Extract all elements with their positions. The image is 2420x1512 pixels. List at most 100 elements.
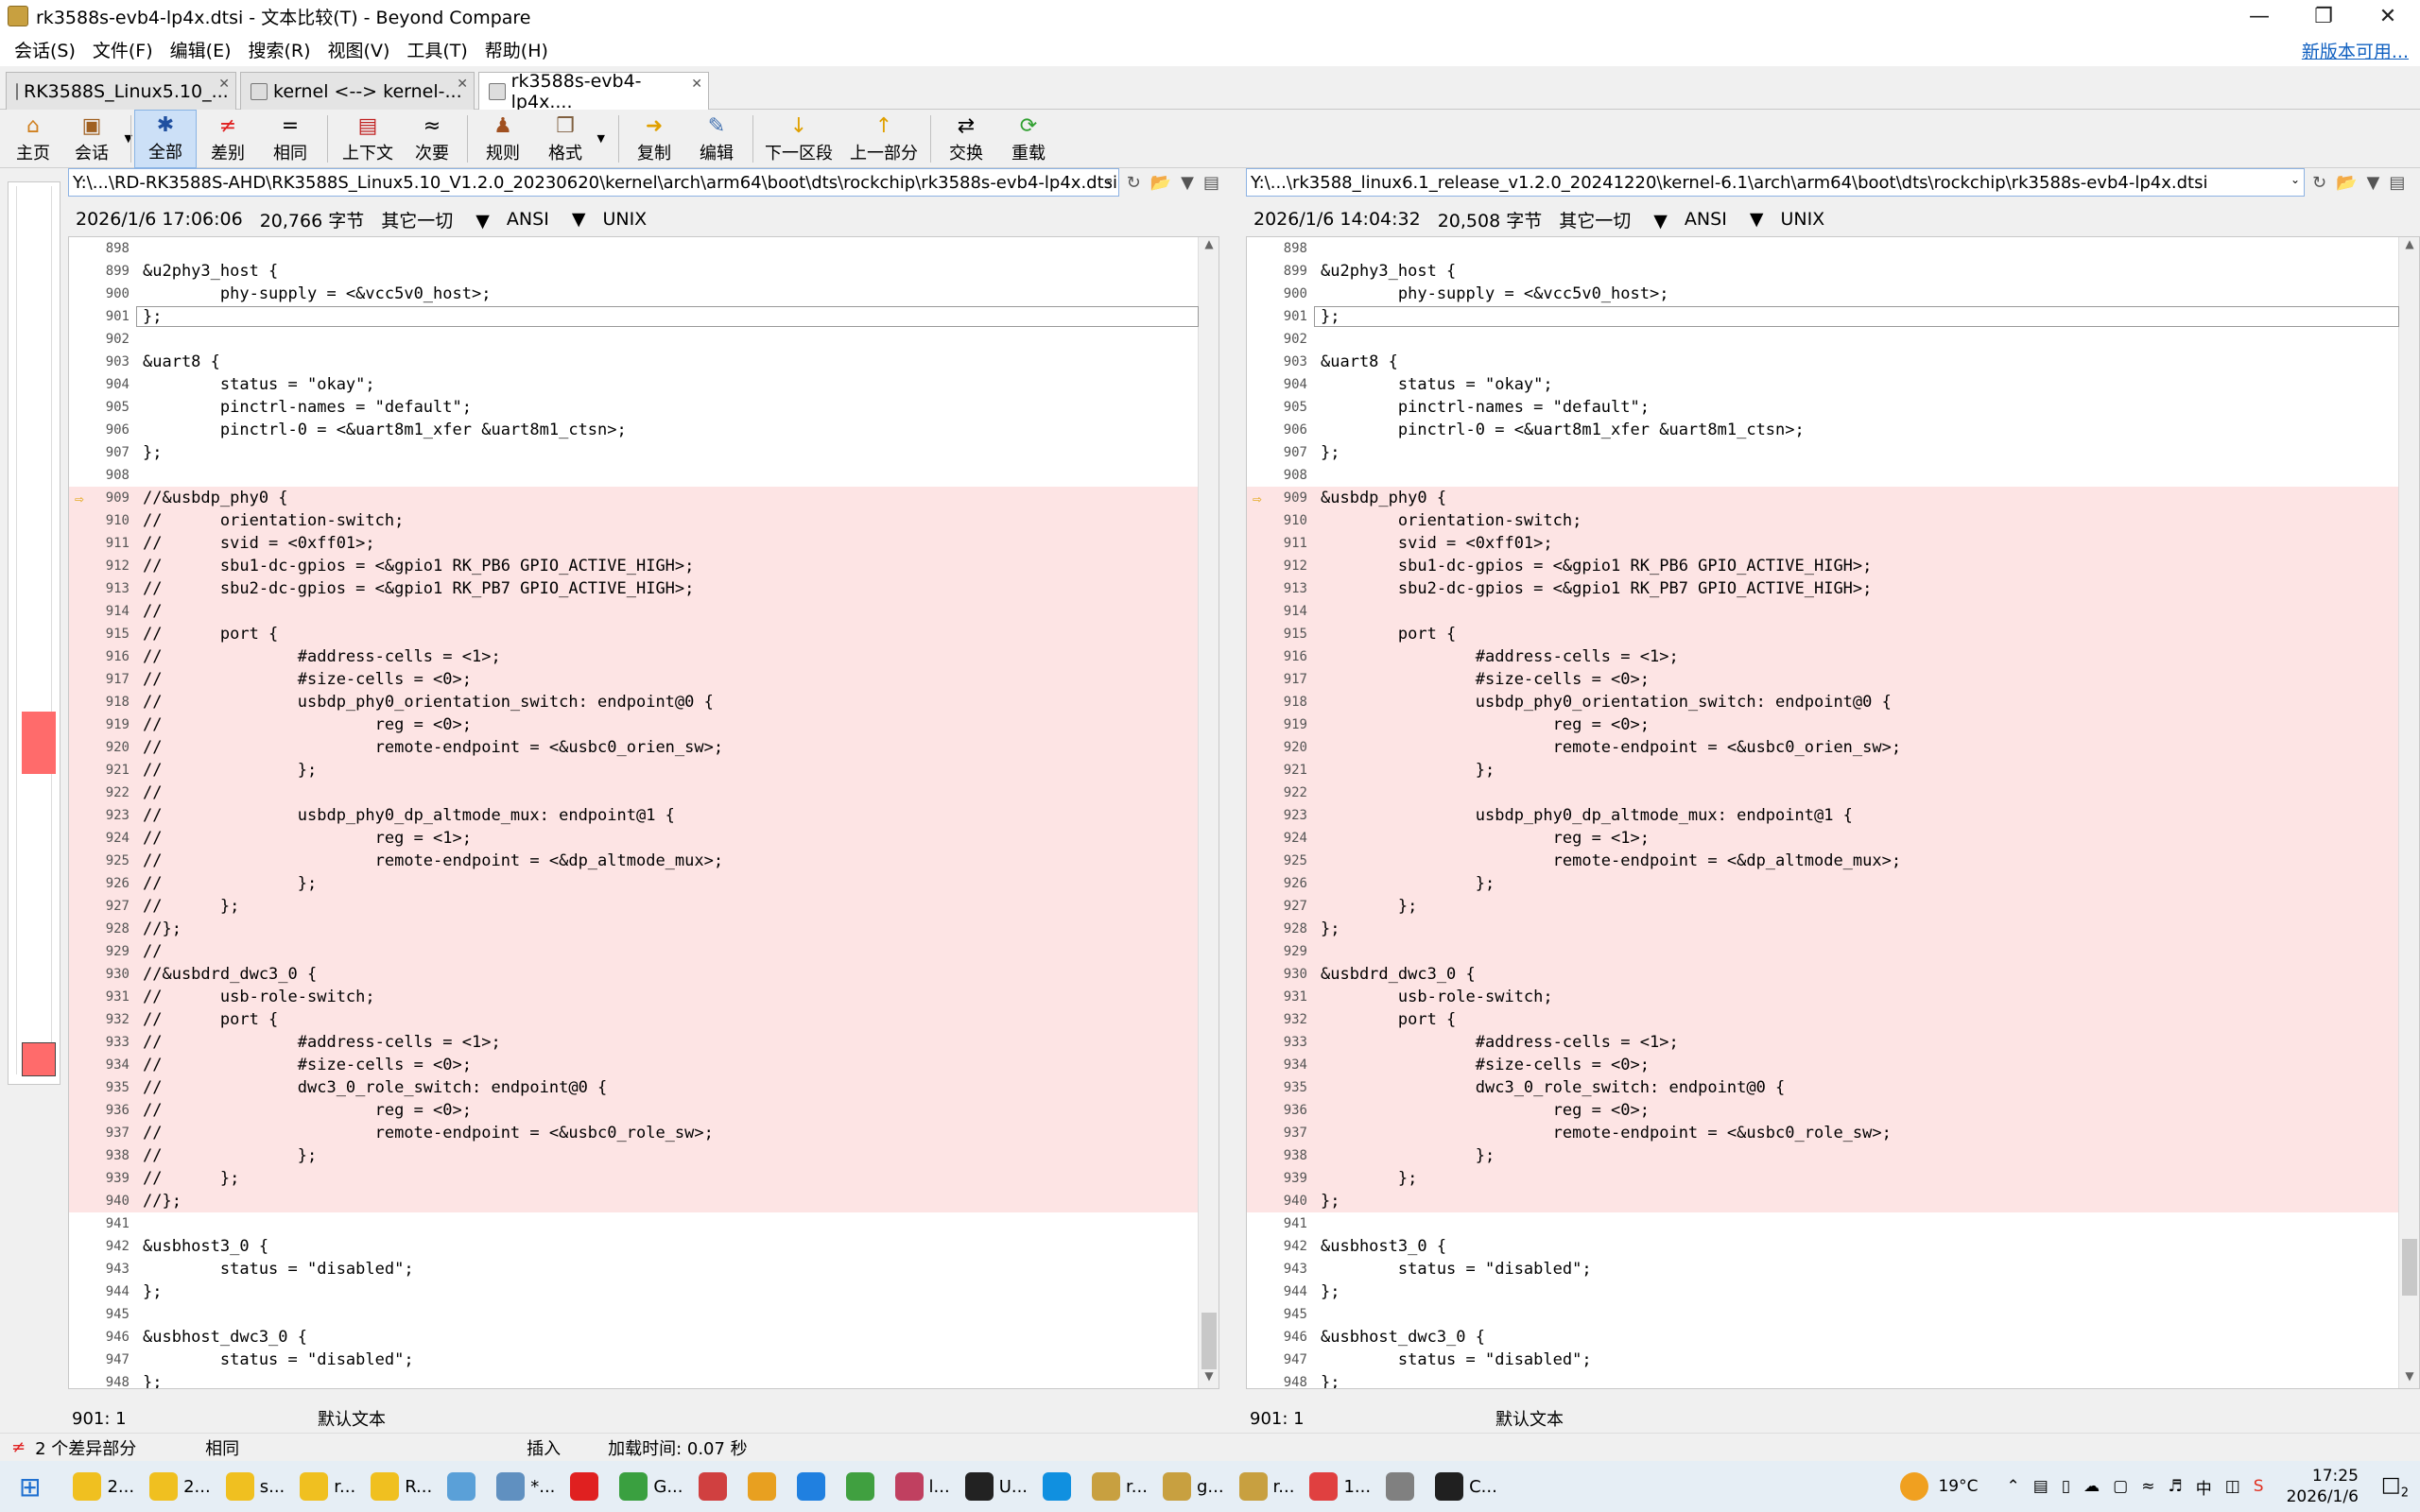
taskbar-app[interactable]: r... — [1086, 1464, 1153, 1509]
restore-button[interactable]: ❐ — [2291, 0, 2356, 32]
code-line[interactable]: 924 reg = <1>; — [1247, 827, 2398, 850]
menu-view[interactable]: 视图(V) — [320, 37, 399, 62]
code-line[interactable]: 945 — [1247, 1303, 2398, 1326]
close-icon[interactable]: ✕ — [457, 77, 468, 92]
code-line[interactable]: 910 // orientation-switch; — [69, 509, 1198, 532]
code-line[interactable]: 932 port { — [1247, 1008, 2398, 1031]
taskbar-app[interactable]: 2... — [144, 1464, 216, 1509]
code-line[interactable]: 946 &usbhost_dwc3_0 { — [1247, 1326, 2398, 1349]
code-line[interactable]: 899 &u2phy3_host { — [1247, 260, 2398, 283]
code-line[interactable]: 929 — [1247, 940, 2398, 963]
code-line[interactable]: 919 reg = <0>; — [1247, 713, 2398, 736]
code-line[interactable]: 900 phy-supply = <&vcc5v0_host>; — [69, 283, 1198, 305]
open-folder-icon[interactable]: 📂 — [2336, 173, 2357, 193]
scroll-thumb[interactable] — [2402, 1239, 2417, 1296]
copy-button[interactable]: ➜ 复制 — [628, 110, 681, 168]
taskbar-app[interactable]: 2... — [67, 1464, 140, 1509]
code-line[interactable]: 905 pinctrl-names = "default"; — [1247, 396, 2398, 419]
code-line[interactable]: 923 usbdp_phy0_dp_altmode_mux: endpoint@… — [1247, 804, 2398, 827]
scroll-down-icon[interactable]: ▼ — [2399, 1369, 2419, 1388]
input-method-icon[interactable]: 中 — [2196, 1475, 2212, 1499]
left-code-editor[interactable]: ▲ ▼ 898 899 &u2phy3_host {900 phy-supply =… — [68, 236, 1219, 1389]
menu-file[interactable]: 文件(F) — [84, 37, 162, 62]
code-line[interactable]: 920 remote-endpoint = <&usbc0_orien_sw>; — [1247, 736, 2398, 759]
right-encoding-dropdown[interactable]: ANSI ▼ — [1685, 209, 1764, 230]
code-line[interactable]: 908 — [69, 464, 1198, 487]
taskbar-app[interactable] — [1037, 1464, 1082, 1509]
taskbar-app[interactable] — [1380, 1464, 1426, 1509]
edit-button[interactable]: ✎ 编辑 — [690, 110, 743, 168]
code-line[interactable]: 931 usb-role-switch; — [1247, 986, 2398, 1008]
code-line[interactable]: 918 // usbdp_phy0_orientation_switch: end… — [69, 691, 1198, 713]
code-line[interactable]: 922 — [1247, 782, 2398, 804]
right-vertical-scrollbar[interactable]: ▲ ▼ — [2398, 237, 2419, 1388]
code-line[interactable]: 899 &u2phy3_host { — [69, 260, 1198, 283]
code-line[interactable]: 933 // #address-cells = <1>; — [69, 1031, 1198, 1054]
chevron-down-icon[interactable]: ⌄ — [2290, 173, 2300, 186]
diff-marker[interactable] — [22, 712, 56, 774]
scroll-down-icon[interactable]: ▼ — [1199, 1369, 1219, 1388]
clock[interactable]: 17:25 2026/1/6 — [2287, 1466, 2359, 1507]
format-button[interactable]: ❒ 格式 ▼ — [539, 110, 605, 168]
code-line[interactable]: 947 status = "disabled"; — [1247, 1349, 2398, 1371]
code-line[interactable]: 936 reg = <0>; — [1247, 1099, 2398, 1122]
code-line[interactable]: 926 // }; — [69, 872, 1198, 895]
left-vertical-scrollbar[interactable]: ▲ ▼ — [1198, 237, 1219, 1388]
code-line[interactable]: 925 remote-endpoint = <&dp_altmode_mux>; — [1247, 850, 2398, 872]
code-line[interactable]: 913 // sbu2-dc-gpios = <&gpio1 RK_PB7 GPI… — [69, 577, 1198, 600]
menu-search[interactable]: 搜索(R) — [240, 37, 320, 62]
code-line[interactable]: 934 #size-cells = <0>; — [1247, 1054, 2398, 1076]
code-line[interactable]: 933 #address-cells = <1>; — [1247, 1031, 2398, 1054]
code-line[interactable]: 930 //&usbdrd_dwc3_0 { — [69, 963, 1198, 986]
lang-icon[interactable]: ◫ — [2225, 1477, 2240, 1496]
taskbar-app[interactable]: s... — [220, 1464, 291, 1509]
code-line[interactable]: 937 // remote-endpoint = <&usbc0_role_sw>… — [69, 1122, 1198, 1144]
open-folder-icon[interactable]: 📂 — [1150, 173, 1171, 193]
show-all-button[interactable]: ✱ 全部 — [134, 110, 197, 168]
code-line[interactable]: 945 — [69, 1303, 1198, 1326]
taskbar-app[interactable]: *... — [491, 1464, 561, 1509]
code-line[interactable]: 918 usbdp_phy0_orientation_switch: endpo… — [1247, 691, 2398, 713]
scroll-thumb[interactable] — [1201, 1313, 1217, 1369]
volume-icon[interactable]: ♬ — [2168, 1477, 2182, 1496]
code-line[interactable]: 912 // sbu1-dc-gpios = <&gpio1 RK_PB6 GPI… — [69, 555, 1198, 577]
cloud-icon[interactable]: ☁ — [2083, 1477, 2100, 1496]
taskbar-app[interactable]: r... — [294, 1464, 361, 1509]
minimize-button[interactable]: — — [2227, 0, 2291, 32]
close-button[interactable]: ✕ — [2356, 0, 2420, 32]
taskbar-app[interactable] — [564, 1464, 610, 1509]
overview-track[interactable] — [16, 186, 52, 1074]
code-line[interactable]: 915 port { — [1247, 623, 2398, 645]
code-line[interactable]: 921 }; — [1247, 759, 2398, 782]
code-line[interactable]: 921 // }; — [69, 759, 1198, 782]
code-line[interactable]: 941 — [1247, 1212, 2398, 1235]
code-line[interactable]: 906 pinctrl-0 = <&uart8m1_xfer &uart8m1_… — [1247, 419, 2398, 441]
code-line[interactable]: 907}; — [1247, 441, 2398, 464]
code-line[interactable]: 937 remote-endpoint = <&usbc0_role_sw>; — [1247, 1122, 2398, 1144]
right-code-editor[interactable]: ▲ ▼ 898 899 &u2phy3_host {900 phy-supply =… — [1246, 236, 2420, 1389]
wifi-icon[interactable]: ≈ — [2141, 1477, 2154, 1496]
notifications-icon[interactable]: □2 — [2381, 1473, 2409, 1500]
code-line[interactable]: 907}; — [69, 441, 1198, 464]
code-line[interactable]: 926 }; — [1247, 872, 2398, 895]
weather-temp[interactable]: 19°C — [1938, 1477, 1978, 1496]
swap-button[interactable]: ⇄ 交换 — [940, 110, 993, 168]
next-section-button[interactable]: ↓ 下一区段 — [762, 110, 836, 168]
tab-folder-compare[interactable]: RK3588S_Linux5.10_... ✕ — [6, 72, 236, 110]
code-line[interactable]: 901}; — [69, 305, 1199, 328]
menu-tools[interactable]: 工具(T) — [398, 37, 475, 62]
code-line[interactable]: 923 // usbdp_phy0_dp_altmode_mux: endpoin… — [69, 804, 1198, 827]
code-line[interactable]: 900 phy-supply = <&vcc5v0_host>; — [1247, 283, 2398, 305]
start-button[interactable]: ⊞ — [13, 1464, 46, 1509]
code-line[interactable]: 943 status = "disabled"; — [69, 1258, 1198, 1280]
code-line[interactable]: 910 orientation-switch; — [1247, 509, 2398, 532]
code-line[interactable]: 898 — [1247, 237, 2398, 260]
code-line[interactable]: 904 status = "okay"; — [69, 373, 1198, 396]
menu-edit[interactable]: 编辑(E) — [162, 37, 240, 62]
code-line[interactable]: 940 //}; — [69, 1190, 1198, 1212]
code-line[interactable]: 911 // svid = <0xff01>; — [69, 532, 1198, 555]
current-diff-marker[interactable] — [22, 1042, 56, 1076]
code-line[interactable]: ⇨ 909//&usbdp_phy0 { — [69, 487, 1198, 509]
taskbar-app[interactable] — [693, 1464, 738, 1509]
code-line[interactable]: 942 &usbhost3_0 { — [69, 1235, 1198, 1258]
